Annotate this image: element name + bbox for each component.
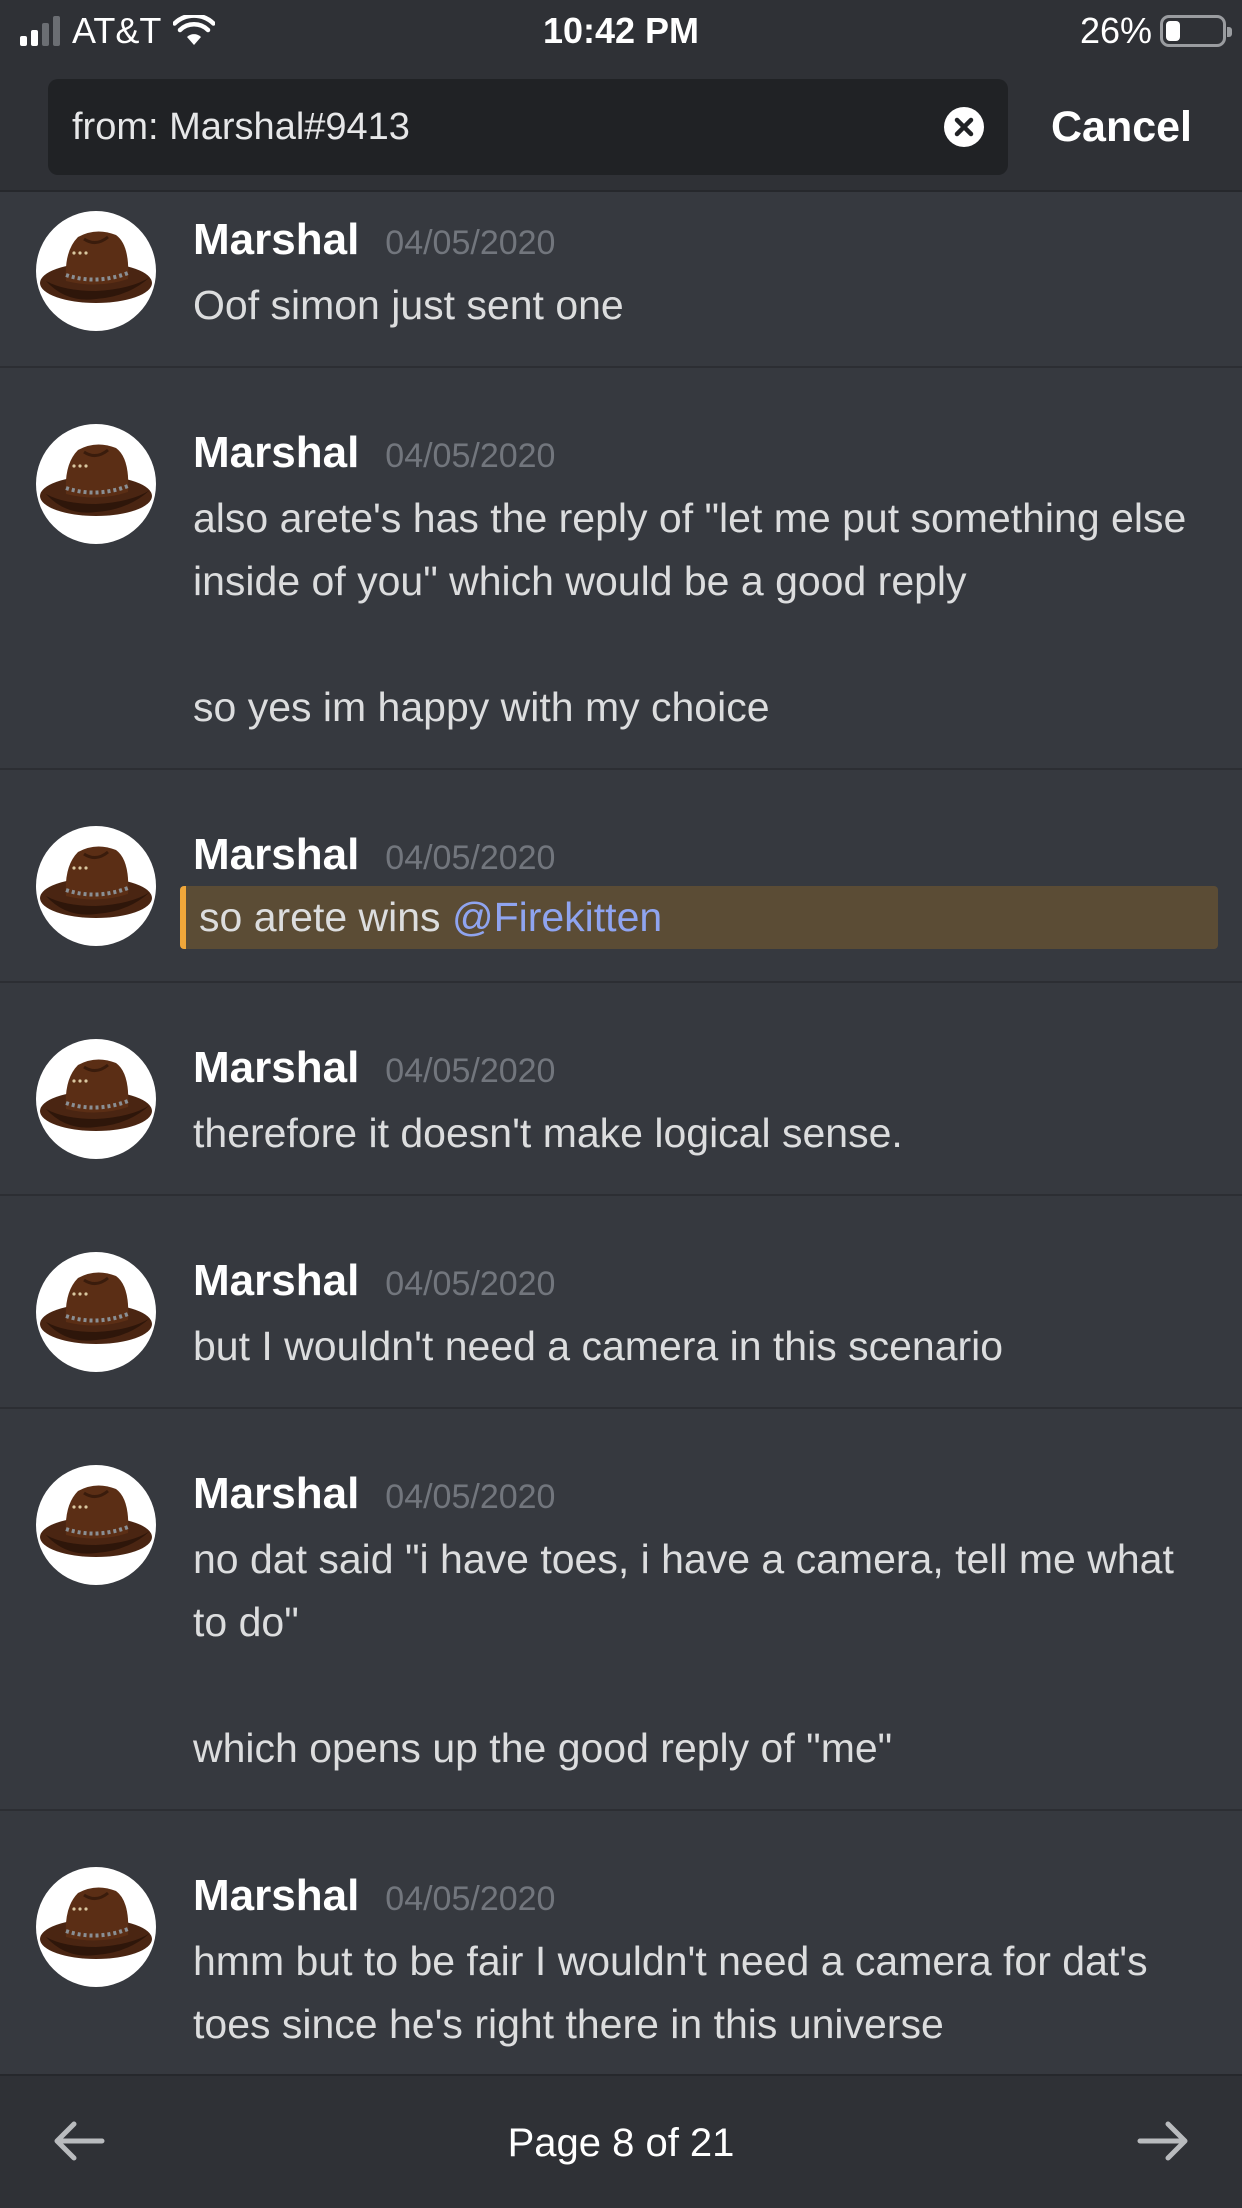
clock: 10:42 PM <box>542 10 700 51</box>
cowboy-hat-icon <box>40 1272 152 1344</box>
message-timestamp: 04/05/2020 <box>385 1052 556 1090</box>
message-text: therefore it doesn't make logical sense. <box>193 1110 903 1156</box>
message-item[interactable]: Marshal 04/05/2020 therefore it doesn't … <box>0 983 1242 1196</box>
avatar <box>36 1867 156 1987</box>
avatar <box>36 1252 156 1372</box>
battery-icon <box>1160 15 1232 47</box>
message-text: also arete's has the reply of "let me pu… <box>193 495 1187 730</box>
message-text: but I wouldn't need a camera in this sce… <box>193 1323 1004 1369</box>
pagination-bar: Page 8 of 21 <box>0 2074 1242 2208</box>
next-page-button[interactable] <box>1128 2106 1198 2176</box>
message-header: Marshal 04/05/2020 <box>193 1256 555 1306</box>
message-header: Marshal 04/05/2020 <box>193 428 555 478</box>
avatar <box>36 826 156 946</box>
avatar <box>36 1039 156 1159</box>
message-header: Marshal 04/05/2020 <box>193 1043 555 1093</box>
cowboy-hat-icon <box>40 1485 152 1557</box>
message-item[interactable]: Marshal 04/05/2020 also arete's has the … <box>0 368 1242 770</box>
author-name[interactable]: Marshal <box>193 215 359 265</box>
battery-fill <box>1166 21 1180 41</box>
avatar <box>36 1465 156 1585</box>
avatar <box>36 424 156 544</box>
message-item[interactable]: Marshal 04/05/2020 Oof simon just sent o… <box>0 194 1242 368</box>
search-results-screen: AT&T 10:42 PM 26% from: Marshal#9413 Can… <box>0 0 1242 2208</box>
status-bar: AT&T 10:42 PM 26% <box>0 0 1242 62</box>
message-timestamp: 04/05/2020 <box>385 224 556 262</box>
author-name[interactable]: Marshal <box>193 1043 359 1093</box>
arrow-right-icon <box>1137 2121 1188 2161</box>
battery-percent: 26% <box>1079 10 1152 51</box>
message-header: Marshal 04/05/2020 <box>193 1469 555 1519</box>
message-text: so arete wins <box>199 894 452 940</box>
message-text: Oof simon just sent one <box>193 282 624 328</box>
message-text: no dat said "i have toes, i have a camer… <box>193 1536 1174 1771</box>
cancel-button[interactable]: Cancel <box>1051 62 1192 192</box>
author-name[interactable]: Marshal <box>193 1871 359 1921</box>
cowboy-hat-icon <box>40 444 152 516</box>
author-name[interactable]: Marshal <box>193 428 359 478</box>
cowboy-hat-icon <box>40 846 152 918</box>
message-item[interactable]: Marshal 04/05/2020 hmm but to be fair I … <box>0 1811 1242 2074</box>
message-timestamp: 04/05/2020 <box>385 1478 556 1516</box>
mentioned-message-text: so arete wins @Firekitten <box>180 886 1218 949</box>
user-mention[interactable]: @Firekitten <box>452 894 662 940</box>
search-query: from: Marshal#9413 <box>72 106 410 148</box>
author-name[interactable]: Marshal <box>193 1256 359 1306</box>
clear-x-icon <box>954 117 974 137</box>
message-text: hmm but to be fair I wouldn't need a cam… <box>193 1938 1159 2047</box>
search-results-list: Marshal 04/05/2020 Oof simon just sent o… <box>0 194 1242 2074</box>
message-header: Marshal 04/05/2020 <box>193 830 555 880</box>
search-header: from: Marshal#9413 Cancel <box>0 62 1242 192</box>
message-timestamp: 04/05/2020 <box>385 437 556 475</box>
message-item[interactable]: Marshal 04/05/2020 no dat said "i have t… <box>0 1409 1242 1811</box>
search-input[interactable]: from: Marshal#9413 <box>48 79 1008 175</box>
avatar <box>36 211 156 331</box>
cowboy-hat-icon <box>40 1059 152 1131</box>
message-item[interactable]: Marshal 04/05/2020 but I wouldn't need a… <box>0 1196 1242 1409</box>
cowboy-hat-icon <box>40 231 152 303</box>
message-timestamp: 04/05/2020 <box>385 1880 556 1918</box>
status-right: 26% <box>1079 10 1232 52</box>
author-name[interactable]: Marshal <box>193 1469 359 1519</box>
message-timestamp: 04/05/2020 <box>385 1265 556 1303</box>
cowboy-hat-icon <box>40 1887 152 1959</box>
message-item[interactable]: Marshal 04/05/2020 so arete wins @Fireki… <box>0 770 1242 983</box>
message-header: Marshal 04/05/2020 <box>193 215 555 265</box>
message-header: Marshal 04/05/2020 <box>193 1871 555 1921</box>
clear-search-button[interactable] <box>944 107 984 147</box>
page-indicator: Page 8 of 21 <box>507 2121 735 2165</box>
author-name[interactable]: Marshal <box>193 830 359 880</box>
message-timestamp: 04/05/2020 <box>385 839 556 877</box>
